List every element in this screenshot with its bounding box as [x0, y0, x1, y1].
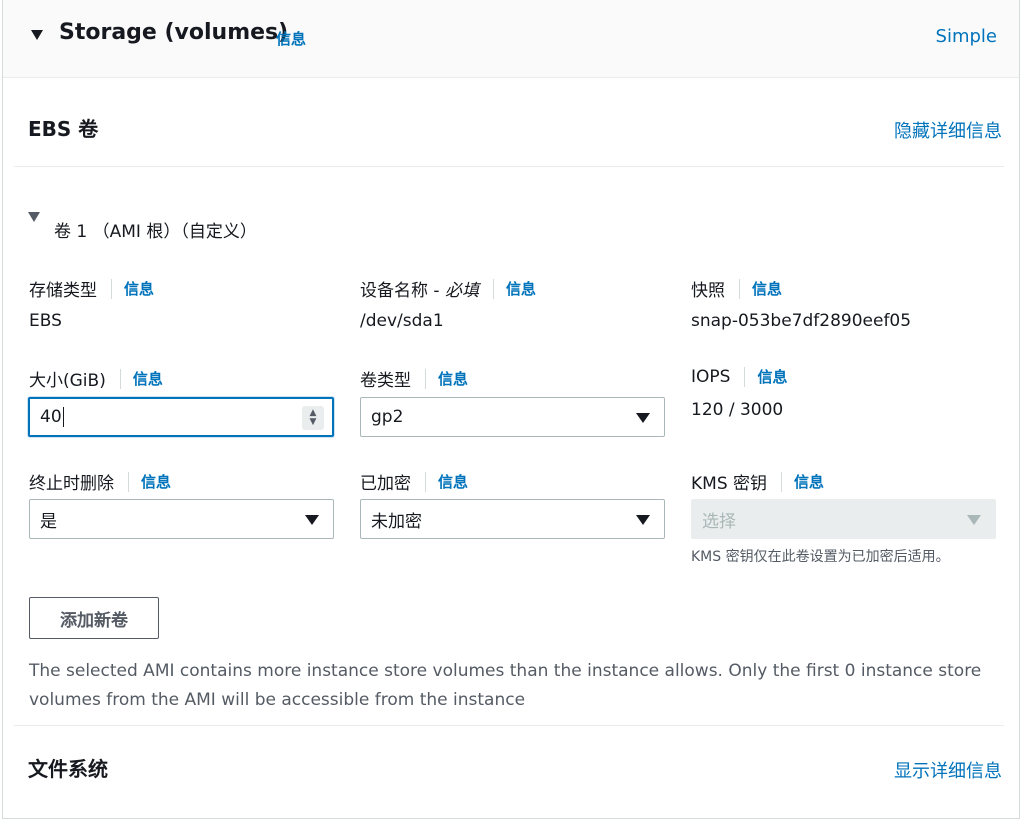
- separator: [744, 366, 746, 387]
- iops-info-link[interactable]: 信息: [757, 366, 787, 387]
- volume-type-selected: gp2: [371, 407, 404, 427]
- size-label: 大小(GiB) 信息: [29, 366, 163, 391]
- storage-type-label: 存储类型 信息: [29, 276, 154, 301]
- section-title: Storage (volumes): [59, 20, 289, 45]
- filesystem-heading: 文件系统: [28, 757, 108, 781]
- volume-type-info-link[interactable]: 信息: [438, 368, 468, 389]
- encrypted-select[interactable]: 未加密: [360, 499, 665, 539]
- device-name-info-link[interactable]: 信息: [506, 278, 536, 299]
- stepper-down-icon[interactable]: ▼: [310, 418, 317, 427]
- snapshot-label: 快照 信息: [691, 276, 782, 301]
- dropdown-arrow-icon: [967, 515, 981, 525]
- kms-key-label: KMS 密钥 信息: [691, 469, 824, 494]
- delete-on-termination-select[interactable]: 是: [29, 499, 334, 539]
- delete-on-termination-label-text: 终止时删除: [29, 474, 114, 494]
- dropdown-arrow-icon: [636, 515, 650, 525]
- volume-title: 卷 1 （AMI 根）（自定义）: [54, 222, 257, 242]
- iops-label-text: IOPS: [691, 366, 731, 387]
- snapshot-value: snap-053be7df2890eef05: [691, 311, 912, 331]
- encrypted-label: 已加密 信息: [360, 469, 468, 494]
- device-name-label-text: 设备名称 -: [360, 281, 445, 301]
- encrypted-info-link[interactable]: 信息: [438, 471, 468, 492]
- device-name-required: 必填: [444, 281, 479, 301]
- separator: [492, 278, 494, 299]
- add-volume-button[interactable]: 添加新卷: [29, 597, 159, 639]
- device-name-label: 设备名称 - 必填 信息: [360, 276, 536, 301]
- delete-on-termination-label: 终止时删除 信息: [29, 469, 171, 494]
- size-label-text: 大小(GiB): [29, 371, 106, 391]
- dropdown-arrow-icon: [305, 515, 319, 525]
- volume-type-label: 卷类型 信息: [360, 366, 468, 391]
- size-input[interactable]: 40 ▲ ▼: [28, 397, 334, 437]
- hide-details-link[interactable]: 隐藏详细信息: [894, 117, 1002, 143]
- separator: [781, 471, 783, 492]
- panel-header: Storage (volumes) 信息 Simple: [3, 0, 1019, 78]
- separator: [128, 471, 129, 492]
- text-cursor: [62, 407, 64, 427]
- divider: [14, 725, 1004, 726]
- kms-key-info-link[interactable]: 信息: [794, 471, 824, 492]
- separator: [119, 368, 121, 389]
- encrypted-label-text: 已加密: [360, 474, 411, 494]
- iops-value: 120 / 3000: [691, 400, 784, 420]
- iops-label: IOPS 信息: [691, 366, 787, 387]
- snapshot-label-text: 快照: [691, 281, 725, 301]
- ebs-volumes-heading: EBS 卷: [28, 117, 99, 141]
- section-info-link[interactable]: 信息: [276, 28, 306, 49]
- size-input-value: 40: [40, 407, 62, 427]
- kms-key-select: 选择: [691, 499, 996, 539]
- size-stepper[interactable]: ▲ ▼: [302, 406, 324, 430]
- dropdown-arrow-icon: [636, 413, 650, 423]
- separator: [425, 368, 426, 389]
- divider: [14, 166, 1004, 167]
- volume-type-select[interactable]: gp2: [360, 397, 665, 437]
- storage-type-label-text: 存储类型: [29, 281, 97, 301]
- kms-key-placeholder: 选择: [702, 511, 736, 532]
- separator: [425, 471, 426, 492]
- delete-on-termination-selected: 是: [40, 511, 57, 532]
- size-info-link[interactable]: 信息: [133, 368, 163, 389]
- separator: [111, 278, 112, 299]
- storage-type-info-link[interactable]: 信息: [124, 278, 154, 299]
- kms-key-note: KMS 密钥仅在此卷设置为已加密后适用。: [691, 549, 950, 565]
- instance-store-warning: The selected AMI contains more instance …: [29, 661, 982, 710]
- kms-key-label-text: KMS 密钥: [691, 474, 768, 494]
- delete-on-termination-info-link[interactable]: 信息: [141, 471, 171, 492]
- separator: [739, 278, 740, 299]
- collapse-caret-icon[interactable]: [31, 30, 43, 40]
- storage-type-value: EBS: [29, 311, 62, 331]
- simple-mode-link[interactable]: Simple: [936, 26, 997, 47]
- volume-expand-caret-icon[interactable]: [28, 212, 40, 222]
- encrypted-selected: 未加密: [371, 511, 422, 532]
- volume-type-label-text: 卷类型: [360, 371, 411, 391]
- show-details-link[interactable]: 显示详细信息: [894, 757, 1002, 783]
- snapshot-info-link[interactable]: 信息: [752, 278, 782, 299]
- device-name-value: /dev/sda1: [360, 311, 444, 331]
